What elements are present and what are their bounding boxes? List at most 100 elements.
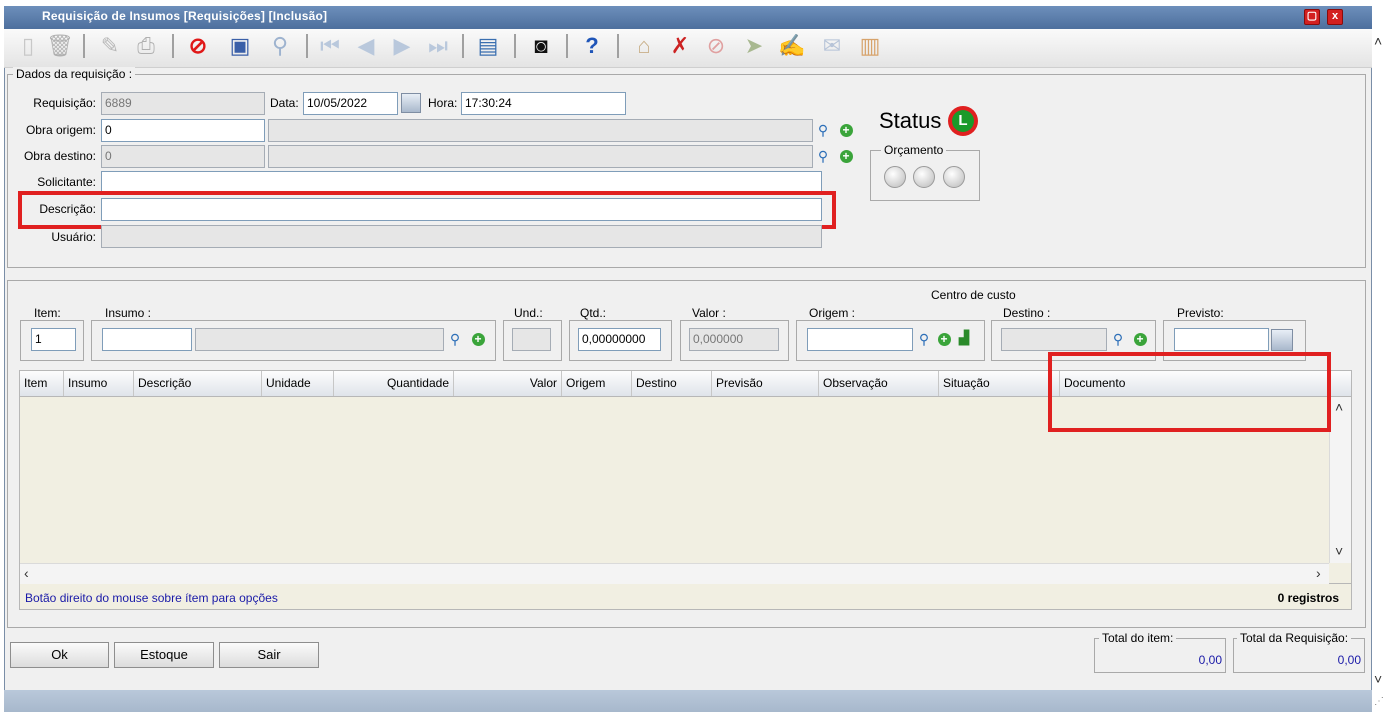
toolbar-separator bbox=[172, 34, 174, 58]
add-icon[interactable]: + bbox=[470, 331, 486, 347]
qtd-legend: Qtd.: bbox=[577, 306, 610, 320]
requisicao-field[interactable]: 6889 bbox=[101, 92, 265, 115]
chart-icon[interactable]: ▟ bbox=[956, 330, 972, 346]
search-icon[interactable]: ⚲ bbox=[1110, 331, 1126, 347]
data-field[interactable]: 10/05/2022 bbox=[303, 92, 398, 115]
toolbar-separator bbox=[83, 34, 85, 58]
cancel-icon[interactable]: ⊘ bbox=[184, 32, 212, 60]
last-record-icon[interactable]: ⏭ bbox=[424, 32, 452, 60]
obra-origem-field[interactable]: 0 bbox=[101, 119, 265, 142]
usuario-label: Usuário: bbox=[51, 230, 96, 244]
obra-origem-label: Obra origem: bbox=[25, 123, 96, 137]
col-destino[interactable]: Destino bbox=[632, 371, 712, 396]
data-label: Data: bbox=[270, 96, 299, 110]
insumo-legend: Insumo : bbox=[102, 306, 155, 320]
previsto-field[interactable] bbox=[1174, 328, 1269, 351]
calendar-icon[interactable] bbox=[1271, 329, 1293, 351]
origem-legend: Origem : bbox=[806, 306, 859, 320]
close-button[interactable]: x bbox=[1327, 9, 1343, 25]
destino-field[interactable] bbox=[1001, 328, 1107, 351]
approve-icon[interactable]: ⌂ bbox=[630, 32, 658, 60]
estoque-button[interactable]: Estoque bbox=[114, 642, 214, 668]
item-field[interactable]: 1 bbox=[31, 328, 76, 351]
help-icon[interactable]: ? bbox=[578, 32, 606, 60]
col-item[interactable]: Item bbox=[20, 371, 64, 396]
origem-field[interactable] bbox=[807, 328, 913, 351]
scroll-down-icon[interactable]: ˅ bbox=[1374, 672, 1382, 686]
search-icon[interactable]: ⚲ bbox=[916, 331, 932, 347]
add-icon[interactable]: + bbox=[1132, 331, 1148, 347]
search-icon[interactable]: ⚲ bbox=[815, 148, 831, 164]
mail-icon[interactable]: ✉ bbox=[818, 32, 846, 60]
centro-custo-label: Centro de custo bbox=[931, 288, 1016, 302]
window-title: Requisição de Insumos [Requisições] [Inc… bbox=[42, 9, 328, 23]
chart-icon[interactable]: ▥ bbox=[856, 32, 884, 60]
col-previsao[interactable]: Previsão bbox=[712, 371, 819, 396]
solicitante-label: Solicitante: bbox=[37, 175, 96, 189]
descricao-highlight bbox=[18, 191, 836, 229]
print-icon[interactable]: ⎙ bbox=[132, 32, 160, 60]
scroll-up-icon[interactable]: ˄ bbox=[1374, 34, 1382, 48]
orcamento-light-icon bbox=[884, 166, 906, 188]
dados-legend: Dados da requisição : bbox=[13, 67, 136, 81]
destino-legend: Destino : bbox=[1000, 306, 1054, 320]
sign-icon[interactable]: ✍ bbox=[778, 32, 806, 60]
restore-button[interactable]: ▢ bbox=[1304, 9, 1320, 25]
block-icon[interactable]: ⊘ bbox=[702, 32, 730, 60]
edit-icon[interactable]: ✎ bbox=[96, 32, 124, 60]
next-record-icon[interactable]: ▶ bbox=[388, 32, 416, 60]
total-requisicao-label: Total da Requisição: bbox=[1237, 631, 1352, 645]
col-unidade[interactable]: Unidade bbox=[262, 371, 334, 396]
insumo-code-field[interactable] bbox=[102, 328, 192, 351]
orcamento-legend: Orçamento bbox=[881, 143, 947, 157]
add-icon[interactable]: + bbox=[838, 122, 854, 138]
scroll-up-icon[interactable]: ˄ bbox=[1335, 400, 1343, 414]
status-badge-letter: L bbox=[952, 110, 974, 132]
col-situacao[interactable]: Situação bbox=[939, 371, 1060, 396]
toolbar-separator bbox=[514, 34, 516, 58]
save-icon[interactable]: ▣ bbox=[226, 32, 254, 60]
ok-button[interactable]: Ok bbox=[10, 642, 109, 668]
search-icon[interactable]: ⚲ bbox=[266, 32, 294, 60]
add-icon[interactable]: + bbox=[936, 331, 952, 347]
sair-button[interactable]: Sair bbox=[219, 642, 319, 668]
valor-field: 0,000000 bbox=[689, 328, 779, 351]
und-legend: Und.: bbox=[511, 306, 546, 320]
scroll-left-icon[interactable]: ‹ bbox=[24, 566, 29, 580]
hora-field[interactable]: 17:30:24 bbox=[461, 92, 626, 115]
horizontal-scrollbar[interactable] bbox=[20, 563, 1329, 584]
und-field bbox=[512, 328, 551, 351]
calendar-icon[interactable] bbox=[401, 93, 421, 113]
vertical-scrollbar[interactable] bbox=[1329, 397, 1351, 563]
forward-icon[interactable]: ➤ bbox=[740, 32, 768, 60]
reject-icon[interactable]: ✗ bbox=[666, 32, 694, 60]
col-insumo[interactable]: Insumo bbox=[64, 371, 134, 396]
scroll-right-icon[interactable]: › bbox=[1316, 566, 1321, 580]
qtd-field[interactable]: 0,00000000 bbox=[578, 328, 661, 351]
report-icon[interactable]: ▤ bbox=[474, 32, 502, 60]
insumo-desc-field bbox=[195, 328, 444, 351]
search-icon[interactable]: ⚲ bbox=[447, 331, 463, 347]
toolbar-separator bbox=[566, 34, 568, 58]
total-requisicao-value: 0,00 bbox=[1337, 653, 1361, 667]
col-origem[interactable]: Origem bbox=[562, 371, 632, 396]
previsto-legend: Previsto: bbox=[1174, 306, 1227, 320]
usuario-field bbox=[101, 225, 822, 248]
obra-destino-label: Obra destino: bbox=[23, 149, 96, 163]
col-quantidade[interactable]: Quantidade bbox=[334, 371, 454, 396]
col-observacao[interactable]: Observação bbox=[819, 371, 939, 396]
first-record-icon[interactable]: ⏮ bbox=[316, 32, 344, 60]
scroll-down-icon[interactable]: ˅ bbox=[1335, 544, 1343, 558]
requisicao-label: Requisição: bbox=[33, 96, 96, 110]
obra-destino-field[interactable]: 0 bbox=[101, 145, 265, 168]
add-icon[interactable]: + bbox=[838, 148, 854, 164]
prev-record-icon[interactable]: ◀ bbox=[352, 32, 380, 60]
search-icon[interactable]: ⚲ bbox=[815, 122, 831, 138]
trash-icon[interactable]: 🗑 bbox=[46, 32, 74, 60]
col-descricao[interactable]: Descrição bbox=[134, 371, 262, 396]
new-doc-icon[interactable]: ▯ bbox=[14, 32, 42, 60]
status-label: Status bbox=[879, 108, 942, 133]
col-valor[interactable]: Valor bbox=[454, 371, 562, 396]
resize-grip-icon[interactable]: ⋰ bbox=[1374, 692, 1388, 712]
camera-icon[interactable]: ◙ bbox=[527, 32, 555, 60]
